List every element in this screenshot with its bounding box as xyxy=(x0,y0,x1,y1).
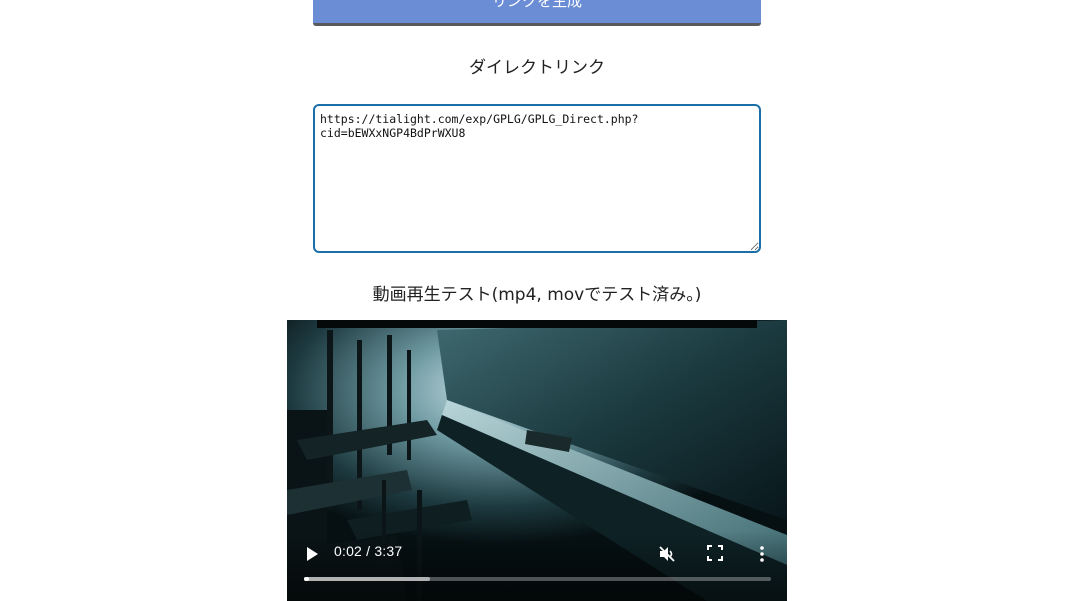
play-icon xyxy=(307,547,318,561)
more-vertical-icon xyxy=(760,546,764,562)
video-test-heading: 動画再生テスト(mp4, movでテスト済み。) xyxy=(372,285,702,305)
more-options-button[interactable] xyxy=(754,544,770,564)
fullscreen-button[interactable] xyxy=(706,544,724,562)
video-player[interactable]: 0:02 / 3:37 xyxy=(287,320,787,601)
progress-buffered xyxy=(304,577,431,581)
generate-link-button[interactable]: リンクを生成 xyxy=(313,0,761,26)
direct-link-heading: ダイレクトリンク xyxy=(469,58,605,78)
mute-button[interactable] xyxy=(657,544,677,564)
volume-muted-icon xyxy=(659,546,675,562)
time-display: 0:02 / 3:37 xyxy=(334,543,403,559)
progress-played xyxy=(304,577,309,581)
direct-link-textarea[interactable] xyxy=(313,104,761,253)
video-progress-bar[interactable] xyxy=(304,577,771,581)
video-controls-bar xyxy=(287,531,787,601)
play-button[interactable] xyxy=(303,545,321,563)
fullscreen-icon xyxy=(707,545,723,561)
